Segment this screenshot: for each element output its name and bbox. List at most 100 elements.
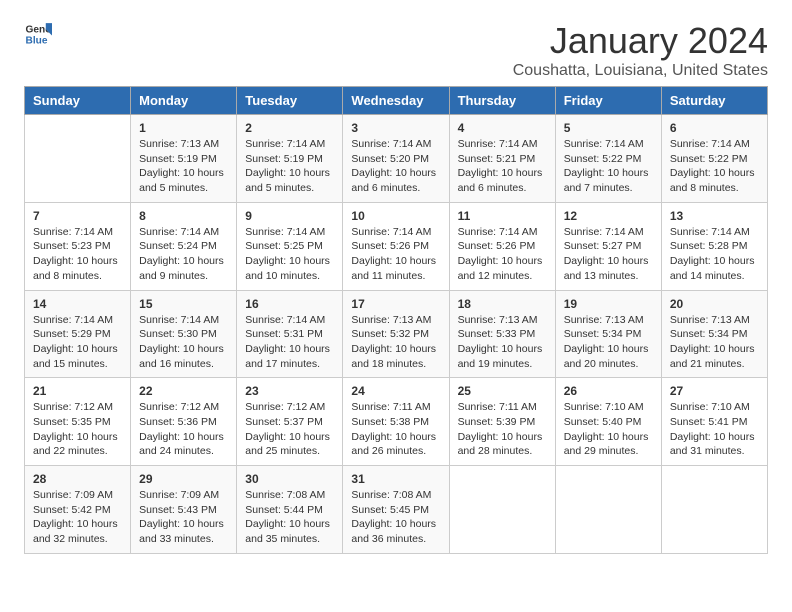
day-number: 26	[564, 384, 653, 398]
day-number: 24	[351, 384, 440, 398]
calendar-cell: 27 Sunrise: 7:10 AM Sunset: 5:41 PM Dayli…	[661, 378, 767, 466]
calendar-cell: 21 Sunrise: 7:12 AM Sunset: 5:35 PM Dayli…	[25, 378, 131, 466]
day-info: Sunrise: 7:14 AM Sunset: 5:24 PM Dayligh…	[139, 225, 228, 284]
day-info: Sunrise: 7:10 AM Sunset: 5:40 PM Dayligh…	[564, 400, 653, 459]
calendar-cell: 24 Sunrise: 7:11 AM Sunset: 5:38 PM Dayli…	[343, 378, 449, 466]
day-number: 8	[139, 209, 228, 223]
calendar-cell: 12 Sunrise: 7:14 AM Sunset: 5:27 PM Dayli…	[555, 202, 661, 290]
day-info: Sunrise: 7:11 AM Sunset: 5:38 PM Dayligh…	[351, 400, 440, 459]
day-info: Sunrise: 7:13 AM Sunset: 5:34 PM Dayligh…	[564, 313, 653, 372]
day-number: 17	[351, 297, 440, 311]
day-number: 6	[670, 121, 759, 135]
day-number: 18	[458, 297, 547, 311]
day-info: Sunrise: 7:14 AM Sunset: 5:26 PM Dayligh…	[351, 225, 440, 284]
day-number: 16	[245, 297, 334, 311]
day-info: Sunrise: 7:09 AM Sunset: 5:42 PM Dayligh…	[33, 488, 122, 547]
calendar-cell: 31 Sunrise: 7:08 AM Sunset: 5:45 PM Dayli…	[343, 466, 449, 554]
day-number: 7	[33, 209, 122, 223]
day-number: 4	[458, 121, 547, 135]
col-header-sunday: Sunday	[25, 87, 131, 115]
calendar-cell: 23Sunrise: 7:12 AM Sunset: 5:37 PM Dayli…	[237, 378, 343, 466]
calendar-cell: 11Sunrise: 7:14 AM Sunset: 5:26 PM Dayli…	[449, 202, 555, 290]
calendar-cell	[25, 115, 131, 203]
day-number: 12	[564, 209, 653, 223]
day-number: 3	[351, 121, 440, 135]
col-header-wednesday: Wednesday	[343, 87, 449, 115]
day-info: Sunrise: 7:14 AM Sunset: 5:21 PM Dayligh…	[458, 137, 547, 196]
day-info: Sunrise: 7:14 AM Sunset: 5:27 PM Dayligh…	[564, 225, 653, 284]
day-number: 13	[670, 209, 759, 223]
calendar-cell: 8 Sunrise: 7:14 AM Sunset: 5:24 PM Daylig…	[131, 202, 237, 290]
calendar-cell: 10 Sunrise: 7:14 AM Sunset: 5:26 PM Dayli…	[343, 202, 449, 290]
logo: General Blue	[24, 20, 52, 48]
col-header-monday: Monday	[131, 87, 237, 115]
calendar-cell: 28 Sunrise: 7:09 AM Sunset: 5:42 PM Dayli…	[25, 466, 131, 554]
day-number: 28	[33, 472, 122, 486]
day-number: 25	[458, 384, 547, 398]
calendar-cell: 29 Sunrise: 7:09 AM Sunset: 5:43 PM Dayli…	[131, 466, 237, 554]
calendar-cell: 25 Sunrise: 7:11 AM Sunset: 5:39 PM Dayli…	[449, 378, 555, 466]
calendar-table: SundayMondayTuesdayWednesdayThursdayFrid…	[24, 86, 768, 554]
calendar-cell	[555, 466, 661, 554]
logo-icon: General Blue	[24, 20, 52, 48]
day-info: Sunrise: 7:13 AM Sunset: 5:33 PM Dayligh…	[458, 313, 547, 372]
day-number: 20	[670, 297, 759, 311]
day-info: Sunrise: 7:14 AM Sunset: 5:20 PM Dayligh…	[351, 137, 440, 196]
day-number: 22	[139, 384, 228, 398]
calendar-cell: 22Sunrise: 7:12 AM Sunset: 5:36 PM Dayli…	[131, 378, 237, 466]
calendar-cell	[449, 466, 555, 554]
calendar-cell: 16 Sunrise: 7:14 AM Sunset: 5:31 PM Dayli…	[237, 290, 343, 378]
day-info: Sunrise: 7:13 AM Sunset: 5:19 PM Dayligh…	[139, 137, 228, 196]
day-info: Sunrise: 7:14 AM Sunset: 5:19 PM Dayligh…	[245, 137, 334, 196]
day-info: Sunrise: 7:13 AM Sunset: 5:34 PM Dayligh…	[670, 313, 759, 372]
day-number: 29	[139, 472, 228, 486]
calendar-cell: 9 Sunrise: 7:14 AM Sunset: 5:25 PM Daylig…	[237, 202, 343, 290]
day-number: 1	[139, 121, 228, 135]
col-header-thursday: Thursday	[449, 87, 555, 115]
col-header-saturday: Saturday	[661, 87, 767, 115]
svg-text:Blue: Blue	[26, 35, 48, 46]
day-info: Sunrise: 7:12 AM Sunset: 5:35 PM Dayligh…	[33, 400, 122, 459]
day-number: 10	[351, 209, 440, 223]
day-info: Sunrise: 7:12 AM Sunset: 5:37 PM Dayligh…	[245, 400, 334, 459]
calendar-cell: 1 Sunrise: 7:13 AM Sunset: 5:19 PM Daylig…	[131, 115, 237, 203]
main-title: January 2024	[513, 20, 768, 62]
title-area: January 2024 Coushatta, Louisiana, Unite…	[513, 20, 768, 80]
day-number: 5	[564, 121, 653, 135]
calendar-cell: 17 Sunrise: 7:13 AM Sunset: 5:32 PM Dayli…	[343, 290, 449, 378]
day-info: Sunrise: 7:14 AM Sunset: 5:25 PM Dayligh…	[245, 225, 334, 284]
day-info: Sunrise: 7:14 AM Sunset: 5:29 PM Dayligh…	[33, 313, 122, 372]
day-number: 27	[670, 384, 759, 398]
calendar-cell: 3 Sunrise: 7:14 AM Sunset: 5:20 PM Daylig…	[343, 115, 449, 203]
calendar-cell: 26 Sunrise: 7:10 AM Sunset: 5:40 PM Dayli…	[555, 378, 661, 466]
header: General Blue January 2024 Coushatta, Lou…	[24, 20, 768, 80]
day-info: Sunrise: 7:08 AM Sunset: 5:45 PM Dayligh…	[351, 488, 440, 547]
day-info: Sunrise: 7:09 AM Sunset: 5:43 PM Dayligh…	[139, 488, 228, 547]
calendar-cell: 15 Sunrise: 7:14 AM Sunset: 5:30 PM Dayli…	[131, 290, 237, 378]
col-header-tuesday: Tuesday	[237, 87, 343, 115]
calendar-cell	[661, 466, 767, 554]
day-info: Sunrise: 7:14 AM Sunset: 5:31 PM Dayligh…	[245, 313, 334, 372]
day-info: Sunrise: 7:10 AM Sunset: 5:41 PM Dayligh…	[670, 400, 759, 459]
calendar-cell: 30Sunrise: 7:08 AM Sunset: 5:44 PM Dayli…	[237, 466, 343, 554]
day-info: Sunrise: 7:14 AM Sunset: 5:30 PM Dayligh…	[139, 313, 228, 372]
calendar-cell: 6Sunrise: 7:14 AM Sunset: 5:22 PM Daylig…	[661, 115, 767, 203]
day-info: Sunrise: 7:14 AM Sunset: 5:22 PM Dayligh…	[564, 137, 653, 196]
calendar-cell: 13 Sunrise: 7:14 AM Sunset: 5:28 PM Dayli…	[661, 202, 767, 290]
day-number: 9	[245, 209, 334, 223]
day-number: 2	[245, 121, 334, 135]
subtitle: Coushatta, Louisiana, United States	[513, 62, 768, 80]
day-number: 21	[33, 384, 122, 398]
calendar-cell: 4 Sunrise: 7:14 AM Sunset: 5:21 PM Daylig…	[449, 115, 555, 203]
day-info: Sunrise: 7:11 AM Sunset: 5:39 PM Dayligh…	[458, 400, 547, 459]
day-number: 30	[245, 472, 334, 486]
calendar-cell: 19 Sunrise: 7:13 AM Sunset: 5:34 PM Dayli…	[555, 290, 661, 378]
day-info: Sunrise: 7:13 AM Sunset: 5:32 PM Dayligh…	[351, 313, 440, 372]
day-number: 31	[351, 472, 440, 486]
day-info: Sunrise: 7:14 AM Sunset: 5:26 PM Dayligh…	[458, 225, 547, 284]
day-number: 19	[564, 297, 653, 311]
calendar-cell: 14Sunrise: 7:14 AM Sunset: 5:29 PM Dayli…	[25, 290, 131, 378]
calendar-cell: 7Sunrise: 7:14 AM Sunset: 5:23 PM Daylig…	[25, 202, 131, 290]
day-info: Sunrise: 7:14 AM Sunset: 5:28 PM Dayligh…	[670, 225, 759, 284]
day-number: 15	[139, 297, 228, 311]
